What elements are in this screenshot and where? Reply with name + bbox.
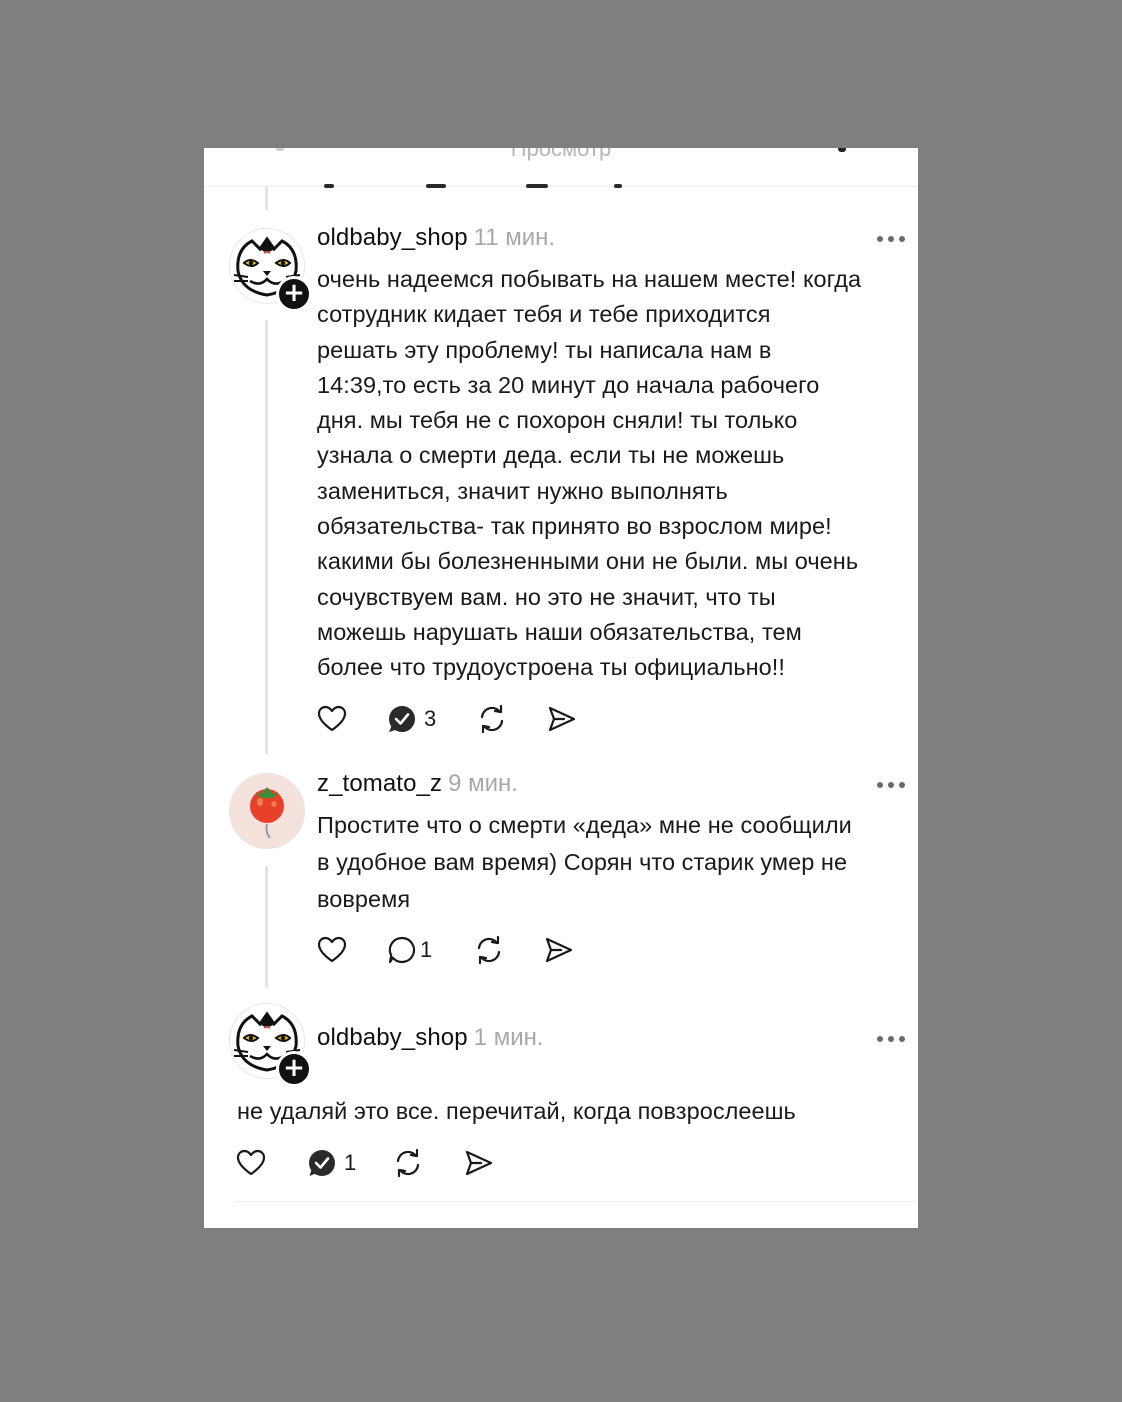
repost-icon — [396, 1148, 420, 1178]
follow-plus-button[interactable]: + — [276, 276, 312, 312]
comment-text: очень надеемся побывать на нашем месте! … — [317, 266, 862, 681]
tomato-icon — [230, 774, 304, 848]
reply-count: 3 — [424, 706, 437, 731]
more-options-icon[interactable] — [877, 781, 907, 789]
repost-button[interactable] — [473, 930, 505, 970]
follow-plus-button[interactable]: + — [276, 1051, 312, 1087]
more-options-icon[interactable] — [877, 1035, 907, 1043]
comment-text: не удаляй это все. перечитай, когда повз… — [237, 1098, 796, 1124]
heart-icon — [236, 1149, 266, 1176]
username[interactable]: oldbaby_shop — [317, 224, 468, 251]
replied-check-icon — [309, 1150, 335, 1176]
comment-actions: 1 — [316, 930, 616, 970]
comment-header: oldbaby_shop 11 мин. — [317, 224, 555, 252]
divider — [236, 1201, 916, 1202]
more-options-icon[interactable] — [877, 235, 907, 243]
thread-line — [265, 320, 268, 754]
comment-text: Простите что о смерти «деда» мне не сооб… — [317, 812, 852, 912]
heart-icon — [317, 936, 347, 963]
comment-actions: 1 — [235, 1143, 535, 1183]
like-button[interactable] — [316, 699, 348, 739]
comment-bubble-icon — [388, 936, 416, 964]
send-icon — [548, 706, 576, 732]
reply-count: 1 — [344, 1150, 357, 1175]
share-button[interactable] — [463, 1143, 495, 1183]
repost-icon — [477, 935, 501, 965]
tomato-avatar[interactable] — [229, 773, 305, 849]
send-icon — [545, 937, 573, 963]
replies-button[interactable]: 1 — [306, 1143, 356, 1183]
like-button[interactable] — [316, 930, 348, 970]
page-title: Просмотр — [510, 148, 612, 161]
heart-icon — [317, 705, 347, 732]
comment-actions: 3 — [316, 699, 616, 739]
thread-line — [265, 186, 268, 210]
comment-header: oldbaby_shop 1 мин. — [317, 1024, 544, 1052]
thread-line — [265, 866, 268, 988]
share-button[interactable] — [546, 699, 578, 739]
timestamp: 9 мин. — [448, 770, 518, 797]
repost-icon — [480, 704, 504, 734]
cut-off-text-fragment — [324, 176, 624, 190]
comment-header: z_tomato_z 9 мин. — [317, 770, 518, 798]
replied-check-icon — [389, 706, 415, 733]
timestamp: 11 мин. — [473, 224, 556, 251]
thread-card: Просмотр + oldbaby_shop 11 мин. очень на… — [204, 148, 918, 1228]
reply-count: 1 — [420, 937, 433, 962]
replies-button[interactable]: 3 — [386, 699, 436, 739]
like-button[interactable] — [235, 1143, 267, 1183]
timestamp: 1 мин. — [473, 1024, 544, 1051]
send-icon — [465, 1150, 493, 1176]
username[interactable]: z_tomato_z — [317, 770, 442, 797]
replies-button[interactable]: 1 — [386, 930, 432, 970]
repost-button[interactable] — [476, 699, 508, 739]
repost-button[interactable] — [392, 1143, 424, 1183]
share-button[interactable] — [543, 930, 575, 970]
username[interactable]: oldbaby_shop — [317, 1024, 468, 1051]
menu-control[interactable] — [838, 148, 846, 152]
